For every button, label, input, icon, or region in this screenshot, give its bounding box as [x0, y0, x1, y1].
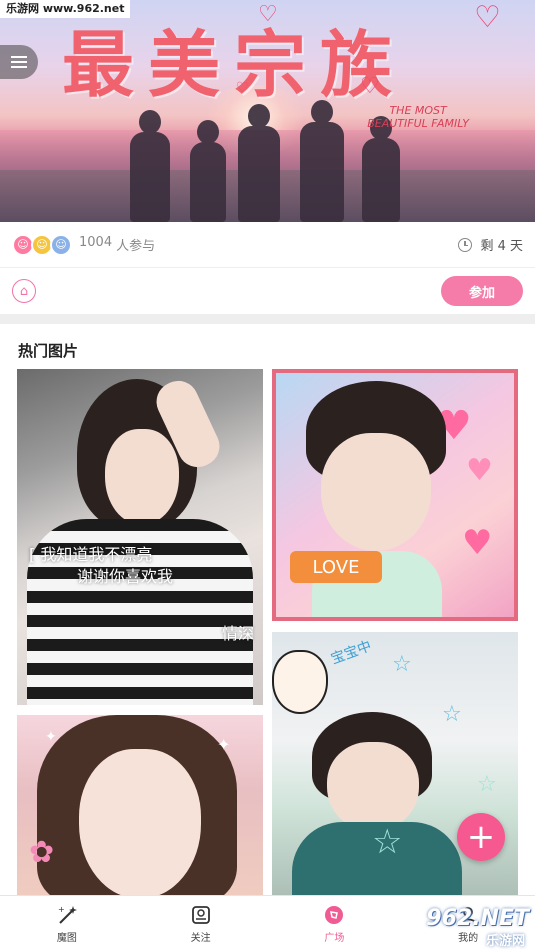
participant-avatars[interactable]: ☺ ☺ ☺	[12, 233, 72, 256]
banner-subtitle: THE MOST BEAUTIFUL FAMILY	[367, 104, 469, 130]
event-banner[interactable]: 最美宗族 THE MOST BEAUTIFUL FAMILY ♡ ♡ ♡ ♡ 乐…	[0, 0, 535, 222]
participants-count: 1004 人参与	[79, 235, 155, 254]
participants-label: 人参与	[116, 239, 156, 254]
cartoon-sticker	[272, 650, 328, 714]
heart-icon: ♡	[474, 0, 501, 35]
magic-wand-icon: +	[56, 904, 78, 926]
photo-caption: 情深	[222, 624, 255, 643]
heart-icon: ♡	[236, 80, 249, 96]
sparkle-icon: ✦	[45, 729, 57, 745]
family-silhouette	[190, 120, 226, 222]
svg-text:+: +	[58, 905, 65, 914]
photo-card[interactable]: [ 我知道我不漂亮 谢谢你喜欢我 情深	[17, 369, 263, 705]
flower-icon: ✿	[29, 835, 55, 870]
nav-item-follow[interactable]: 关注	[134, 896, 268, 951]
photo-card[interactable]: ✿ ✦ ✦	[17, 715, 263, 905]
heart-icon: ♥	[462, 523, 493, 563]
clock-icon	[458, 237, 473, 252]
join-button[interactable]: 参加	[441, 276, 523, 306]
nav-item-magic[interactable]: + 魔图	[0, 896, 134, 951]
site-logo-watermark: 962.NET	[426, 906, 529, 931]
family-silhouette	[130, 110, 170, 222]
love-sticker: LOVE	[290, 551, 382, 583]
site-watermark: 乐游网 www.962.net	[0, 0, 131, 18]
banner-title: 最美宗族	[62, 22, 407, 107]
star-icon: ☆	[477, 772, 497, 797]
photo-subject-face	[105, 429, 179, 525]
photo-caption: [ 我知道我不漂亮	[29, 545, 153, 564]
sparkle-icon: ✦	[217, 735, 231, 754]
heart-icon: ♡	[360, 74, 380, 99]
avatar: ☺	[50, 233, 72, 256]
photo-card[interactable]: ♥ ♥ ♥ LOVE	[272, 369, 518, 621]
event-info-row: ☺ ☺ ☺ 1004 人参与 剩 4 天	[0, 222, 535, 268]
square-icon	[323, 904, 345, 926]
hamburger-icon	[11, 56, 27, 68]
participants-number: 1004	[79, 235, 113, 250]
nav-label: 关注	[190, 932, 211, 944]
heart-icon: ♡	[258, 2, 278, 27]
star-icon: ☆	[442, 702, 462, 727]
nav-label: 魔图	[56, 932, 77, 944]
family-silhouette	[362, 116, 400, 222]
family-silhouette	[238, 104, 280, 222]
nav-item-square[interactable]: 广场	[268, 896, 402, 951]
star-icon: ☆	[392, 652, 412, 677]
gift-icon[interactable]: ⌂	[12, 279, 36, 303]
follow-icon	[190, 904, 212, 926]
star-icon: ☆	[372, 822, 403, 862]
photo-subject-face	[327, 742, 419, 832]
menu-button[interactable]	[0, 45, 38, 79]
app-screen: 最美宗族 THE MOST BEAUTIFUL FAMILY ♡ ♡ ♡ ♡ 乐…	[0, 0, 535, 951]
add-button[interactable]: +	[457, 813, 505, 861]
nav-label: 广场	[324, 932, 345, 944]
photo-caption: 谢谢你喜欢我	[77, 567, 174, 586]
join-row: ⌂ 参加	[0, 268, 535, 314]
banner-subtitle-line: THE MOST	[389, 104, 447, 117]
banner-subtitle-line: BEAUTIFUL FAMILY	[367, 117, 469, 130]
photo-card[interactable]: 宝宝中 ☆ ☆ ☆ ☆	[272, 632, 518, 905]
photo-subject-face	[321, 433, 431, 551]
site-logo-subtext: 乐游网	[485, 934, 525, 949]
photo-sticker-text: 宝宝中	[328, 638, 374, 668]
days-left-text: 剩 4 天	[480, 239, 523, 254]
time-remaining: 剩 4 天	[458, 235, 523, 254]
family-silhouette	[300, 100, 344, 222]
photo-subject-face	[79, 749, 201, 899]
section-divider	[0, 314, 535, 324]
hot-photos-title: 热门图片	[18, 342, 79, 360]
heart-icon: ♥	[466, 453, 493, 488]
